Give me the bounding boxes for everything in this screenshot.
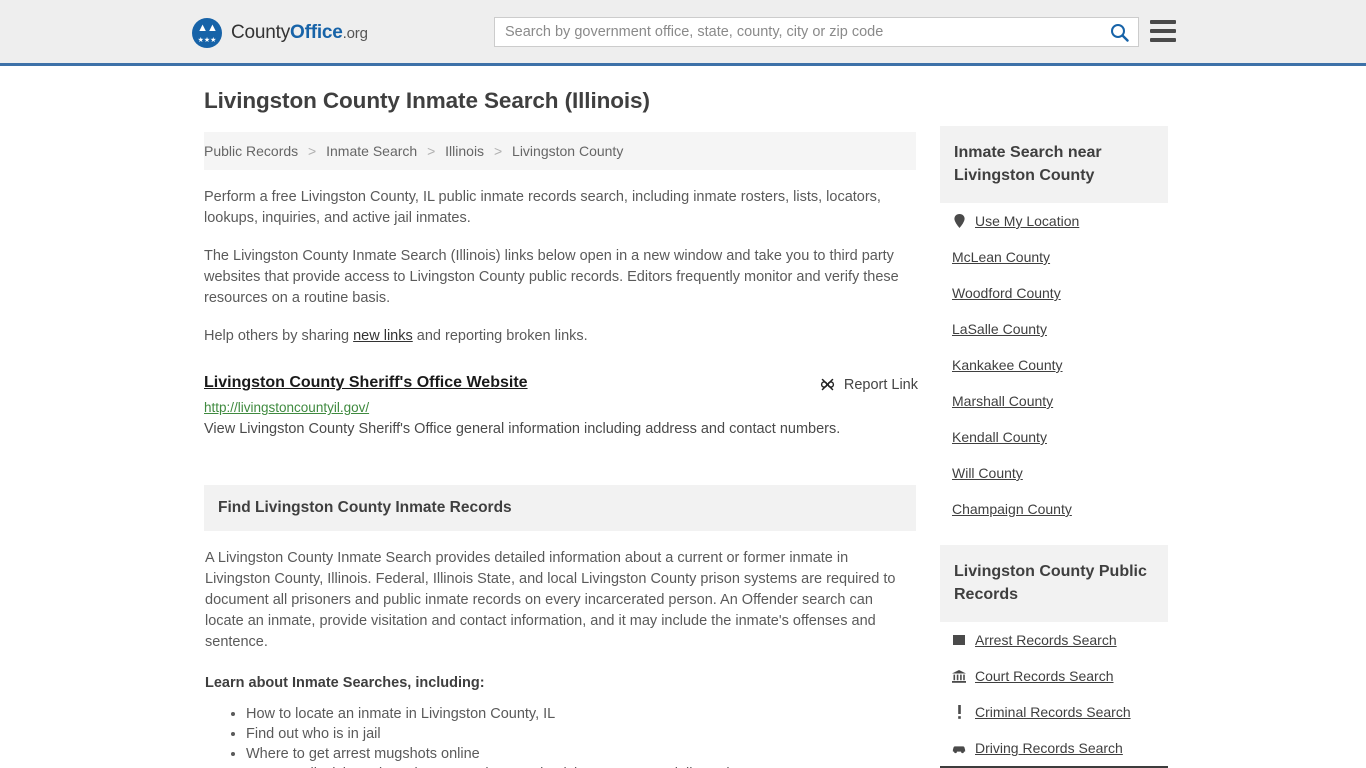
sidebar-item-driving-records[interactable]: Driving Records Search — [940, 730, 1168, 766]
section-paragraph: A Livingston County Inmate Search provid… — [205, 550, 896, 650]
brand-part-org: .org — [342, 25, 368, 42]
sidebar-item-label[interactable]: Kendall County — [952, 429, 1047, 445]
sidebar-item-champaign-county[interactable]: Champaign County — [940, 491, 1168, 527]
sidebar-item-label[interactable]: Court Records Search — [975, 668, 1114, 684]
sidebar-item-will-county[interactable]: Will County — [940, 455, 1168, 491]
search-button[interactable] — [1100, 18, 1138, 46]
broken-link-icon — [820, 378, 834, 391]
sidebar-item-arrest-records[interactable]: Arrest Records Search — [940, 622, 1168, 658]
stars-glyph: ★★★ — [197, 37, 217, 44]
disclaimer-paragraph: The Livingston County Inmate Search (Ill… — [204, 248, 899, 306]
sidebar: Inmate Search near Livingston County Use… — [940, 126, 1168, 768]
result-url[interactable]: http://livingstoncountyil.gov/ — [204, 400, 916, 415]
sidebar-item-label[interactable]: Will County — [952, 465, 1023, 481]
breadcrumb-item-illinois[interactable]: Illinois — [445, 143, 484, 159]
sidebar-item-label[interactable]: Kankakee County — [952, 357, 1063, 373]
result-item: Livingston County Sheriff's Office Websi… — [204, 374, 918, 439]
brand-part-office: Office — [290, 22, 343, 43]
sidebar-item-kendall-county[interactable]: Kendall County — [940, 419, 1168, 455]
panel-header-public-records: Livingston County Public Records — [940, 545, 1168, 622]
sidebar-item-label[interactable]: Criminal Records Search — [975, 704, 1131, 720]
square-icon — [952, 633, 966, 647]
list-item: How to call, visit, and send money to in… — [246, 764, 915, 768]
breadcrumb: Public Records > Inmate Search > Illinoi… — [204, 132, 916, 170]
exclamation-icon — [952, 705, 966, 719]
map-pin-icon — [952, 214, 966, 228]
learn-heading: Learn about Inmate Searches, including: — [205, 675, 485, 691]
brand-part-county: County — [231, 22, 291, 43]
panel-header-nearby: Inmate Search near Livingston County — [940, 126, 1168, 203]
sidebar-item-court-records[interactable]: Court Records Search — [940, 658, 1168, 694]
sidebar-item-woodford-county[interactable]: Woodford County — [940, 275, 1168, 311]
sidebar-item-use-my-location[interactable]: Use My Location — [940, 203, 1168, 239]
breadcrumb-separator: > — [308, 143, 317, 159]
main-content: Livingston County Inmate Search (Illinoi… — [204, 88, 918, 768]
sidebar-item-label[interactable]: Driving Records Search — [975, 740, 1123, 756]
countyoffice-emblem-icon: ▲▲ ★★★ — [192, 18, 222, 48]
list-item: How to locate an inmate in Livingston Co… — [246, 704, 915, 724]
sidebar-item-label[interactable]: Champaign County — [952, 501, 1072, 517]
sidebar-item-kankakee-county[interactable]: Kankakee County — [940, 347, 1168, 383]
site-header: ▲▲ ★★★ CountyOffice.org — [0, 0, 1366, 66]
search-icon — [1110, 23, 1129, 42]
breadcrumb-item-inmate-search[interactable]: Inmate Search — [326, 143, 417, 159]
sidebar-item-label[interactable]: Use My Location — [975, 213, 1079, 229]
result-title-link[interactable]: Livingston County Sheriff's Office Websi… — [204, 374, 528, 392]
public-records-list: Arrest Records Search Court Records Sear… — [940, 622, 1168, 768]
share-text-after: and reporting broken links. — [412, 328, 588, 344]
site-logo[interactable]: ▲▲ ★★★ CountyOffice.org — [192, 18, 368, 48]
report-link-button[interactable]: Report Link — [819, 376, 918, 393]
panel-heading-nearby: Inmate Search near Livingston County — [954, 144, 1102, 184]
panel-spacer — [940, 527, 1168, 545]
sidebar-item-mclean-county[interactable]: McLean County — [940, 239, 1168, 275]
sidebar-item-label[interactable]: Arrest Records Search — [975, 632, 1117, 648]
section-body: A Livingston County Inmate Search provid… — [204, 548, 916, 768]
hamburger-bar-2 — [1150, 29, 1176, 33]
sidebar-item-label[interactable]: Marshall County — [952, 393, 1053, 409]
breadcrumb-separator: > — [427, 143, 436, 159]
hamburger-bar-3 — [1150, 38, 1176, 42]
sidebar-item-lasalle-county[interactable]: LaSalle County — [940, 311, 1168, 347]
learn-bullet-list: How to locate an inmate in Livingston Co… — [205, 704, 915, 768]
list-item: Find out who is in jail — [246, 724, 915, 744]
report-link-label: Report Link — [843, 376, 918, 393]
sidebar-item-label[interactable]: McLean County — [952, 249, 1050, 265]
eagle-glyph: ▲▲ — [197, 22, 218, 34]
page-title: Livingston County Inmate Search (Illinoi… — [204, 88, 650, 113]
sidebar-item-label[interactable]: LaSalle County — [952, 321, 1047, 337]
result-description: View Livingston County Sheriff's Office … — [204, 421, 841, 437]
section-header-find-records: Find Livingston County Inmate Records — [204, 485, 916, 531]
intro-paragraph: Perform a free Livingston County, IL pub… — [204, 189, 881, 226]
share-text-before: Help others by sharing — [204, 328, 354, 344]
new-links-link[interactable]: new links — [353, 328, 413, 344]
search-input[interactable] — [495, 18, 1100, 46]
nearby-county-list: Use My Location McLean County Woodford C… — [940, 203, 1168, 527]
sidebar-item-label[interactable]: Woodford County — [952, 285, 1061, 301]
breadcrumb-item-public-records[interactable]: Public Records — [204, 143, 298, 159]
section-heading: Find Livingston County Inmate Records — [218, 499, 512, 516]
panel-heading-public-records: Livingston County Public Records — [954, 563, 1147, 603]
courthouse-icon — [952, 669, 966, 683]
brand-wordmark: CountyOffice.org — [231, 22, 368, 44]
search-bar[interactable] — [494, 17, 1139, 47]
breadcrumb-separator: > — [493, 143, 503, 159]
breadcrumb-item-livingston-county[interactable]: Livingston County — [512, 143, 623, 159]
sidebar-item-marshall-county[interactable]: Marshall County — [940, 383, 1168, 419]
car-icon — [952, 741, 966, 755]
hamburger-bar-1 — [1150, 20, 1176, 24]
sidebar-item-criminal-records[interactable]: Criminal Records Search — [940, 694, 1168, 730]
share-paragraph: Help others by sharing new links and rep… — [204, 326, 916, 347]
hamburger-menu-icon[interactable] — [1150, 20, 1176, 42]
list-item: Where to get arrest mugshots online — [246, 744, 915, 764]
